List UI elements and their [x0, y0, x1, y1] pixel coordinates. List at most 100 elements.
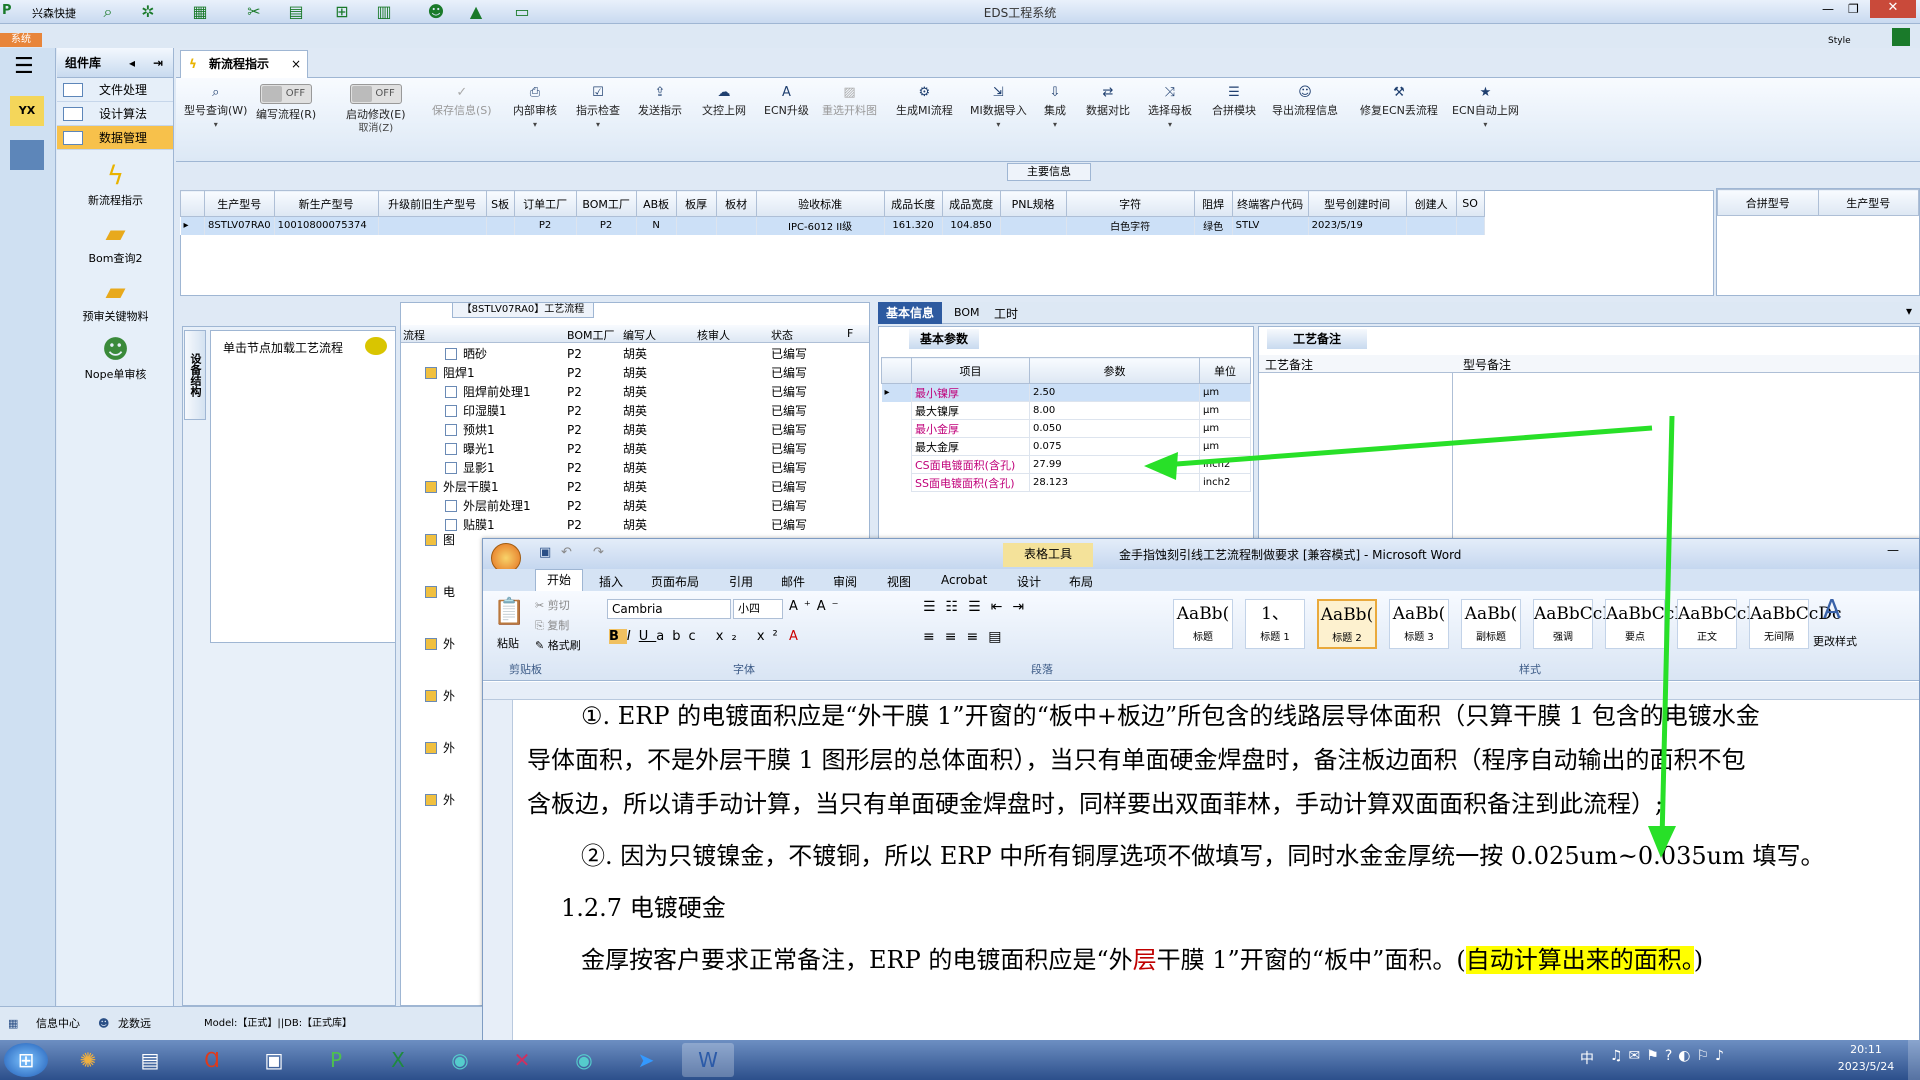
data-compare-button[interactable]: ⇄ 数据对比	[1086, 84, 1130, 118]
copy-button[interactable]: ⎘ 复制	[535, 617, 569, 633]
tab-work-hours[interactable]: 工时	[994, 305, 1018, 322]
yx-logo-icon[interactable]: YX	[10, 96, 44, 126]
system-tab[interactable]: 系统	[0, 33, 42, 47]
style-option[interactable]: AaBb(标题	[1173, 599, 1233, 649]
eds-app-icon[interactable]: P	[310, 1043, 362, 1077]
table-cell[interactable]: 最大金厚	[911, 437, 1030, 456]
toggle-switch[interactable]: OFF	[349, 84, 402, 104]
tree-icon[interactable]: ⊞	[330, 2, 354, 22]
grid-icon[interactable]: ▥	[372, 2, 396, 22]
table-cell[interactable]	[1456, 216, 1485, 235]
tree-row[interactable]: 预烘1 P2 胡英 已编写	[401, 421, 869, 440]
tab-design[interactable]: 设计	[1017, 573, 1041, 590]
info-center-label[interactable]: 信息中心	[36, 1007, 80, 1041]
tab-references[interactable]: 引用	[729, 573, 753, 590]
repair-ecn-button[interactable]: ⚒ 修复ECN丢流程	[1360, 84, 1438, 118]
table-cell[interactable]: STLV	[1232, 216, 1309, 235]
redo-icon[interactable]: ↷	[593, 545, 604, 560]
nope-review-item[interactable]: ☻ Nope单审核	[57, 334, 174, 382]
table-cell[interactable]: 白色字符	[1066, 216, 1195, 235]
column-header[interactable]: AB板	[635, 190, 677, 217]
tab-device-structure[interactable]: 设备结构	[184, 330, 206, 420]
style-option[interactable]: AaBbCcDc 正文	[1677, 599, 1769, 649]
style-option[interactable]: AaBbCcD 要点	[1605, 599, 1688, 649]
table-cell[interactable]	[1406, 216, 1457, 235]
column-header[interactable]: 验收标准	[755, 190, 885, 217]
column-header[interactable]: 板材	[715, 190, 757, 217]
tab-new-flow[interactable]: ϟ 新流程指示 ×	[180, 50, 308, 78]
tab-review[interactable]: 审阅	[833, 573, 857, 590]
tree-row[interactable]: 曝光1 P2 胡英 已编写	[401, 440, 869, 459]
column-header[interactable]: 板厚	[675, 190, 717, 217]
change-styles-icon[interactable]: A	[1823, 595, 1841, 625]
tab-insert[interactable]: 插入	[599, 573, 623, 590]
column-header[interactable]: 阻焊	[1193, 190, 1233, 217]
tree-row[interactable]: 印湿膜1 P2 胡英 已编写	[401, 402, 869, 421]
table-cell[interactable]: 8STLV07RA0	[204, 216, 275, 235]
font-format-buttons[interactable]: BIUabc x₂ x²	[609, 629, 786, 644]
gear-icon[interactable]: ✲	[136, 2, 160, 22]
style-option[interactable]: AaBb(标题 3	[1389, 599, 1449, 649]
word-taskbar-icon[interactable]: W	[682, 1043, 734, 1077]
table-cell[interactable]	[676, 216, 717, 235]
font-size-select[interactable]: 小四	[733, 599, 783, 619]
table-row[interactable]: 最大金厚 0.075 μm	[881, 437, 1251, 456]
column-header[interactable]: BOM工厂	[567, 327, 615, 343]
table-cell[interactable]: 8.00	[1029, 401, 1200, 420]
select-mother-board-button[interactable]: ⤨ 选择母板 ▾	[1148, 84, 1192, 132]
ecn-upgrade-button[interactable]: A ECN升级	[764, 84, 809, 118]
ecn-auto-upload-button[interactable]: ★ ECN自动上网 ▾	[1452, 84, 1519, 132]
calc-icon[interactable]	[10, 140, 44, 170]
pin-icon[interactable]: ⇥	[153, 48, 163, 78]
tree-row[interactable]: 阻焊1 P2 胡英 已编写	[401, 364, 869, 383]
table-cell[interactable]: inch2	[1199, 473, 1251, 492]
table-cell[interactable]: 0.075	[1029, 437, 1200, 456]
export-flow-button[interactable]: ☺ 导出流程信息	[1272, 84, 1338, 118]
style-option[interactable]: 1、 标题 1	[1245, 599, 1305, 649]
column-header[interactable]: 状态	[771, 327, 793, 343]
column-header[interactable]: 生产型号	[204, 190, 275, 217]
mi-import-button[interactable]: ⇲ MI数据导入 ▾	[970, 84, 1027, 132]
column-header[interactable]: PNL规格	[999, 190, 1067, 217]
style-option[interactable]: AaBb(标题 2	[1317, 599, 1377, 649]
nav-item-data[interactable]: 数据管理	[57, 126, 173, 150]
table-cell[interactable]: N	[636, 216, 677, 235]
table-cell[interactable]: 10010800075374	[274, 216, 379, 235]
tab-bom[interactable]: BOM	[954, 306, 980, 319]
table-cell[interactable]: 绿色	[1194, 216, 1233, 235]
style-label[interactable]: Style	[1828, 36, 1851, 46]
format-painter-button[interactable]: ✎ 格式刷	[535, 637, 581, 653]
shell-icon[interactable]: ✺	[62, 1043, 114, 1077]
check-instruction-button[interactable]: ☑ 指示检查 ▾	[576, 84, 620, 132]
doc-control-button[interactable]: ☁ 文控上网	[702, 84, 746, 118]
window-icon[interactable]: ▭	[510, 2, 534, 22]
font-size-buttons[interactable]: A⁺A⁻	[789, 599, 845, 614]
process-remark-field[interactable]	[1259, 373, 1453, 541]
tree-row[interactable]: 阻焊前处理1 P2 胡英 已编写	[401, 383, 869, 402]
theme-icon[interactable]	[1892, 28, 1910, 46]
table-icon[interactable]: ▦	[188, 2, 212, 22]
table-cell[interactable]: CS面电镀面积(含孔)	[911, 455, 1030, 474]
cut-button[interactable]: ✂ 剪切	[535, 597, 570, 613]
tree-row[interactable]: 显影1 P2 胡英 已编写	[401, 459, 869, 478]
table-cell[interactable]: 最小镍厚	[911, 383, 1030, 402]
paste-icon[interactable]: 📋	[493, 597, 525, 627]
tree-row[interactable]: 外层干膜1 P2 胡英 已编写	[401, 478, 869, 497]
nav-item-algorithm[interactable]: 设计算法	[57, 102, 173, 126]
table-cell[interactable]	[716, 216, 757, 235]
table-cell[interactable]	[378, 216, 487, 235]
column-header[interactable]: 参数	[1029, 357, 1200, 384]
show-desktop-button[interactable]	[1908, 1040, 1920, 1080]
column-header[interactable]: S板	[485, 190, 515, 217]
font-color-icon[interactable]: A	[789, 629, 798, 644]
close-button[interactable]: ✕	[1870, 0, 1916, 18]
column-header[interactable]: 升级前旧生产型号	[377, 190, 487, 217]
save-info-button[interactable]: ✓ 保存信息(S)	[432, 84, 492, 118]
table-cell[interactable]: P2	[514, 216, 577, 235]
chevron-down-icon[interactable]: ▾	[1906, 304, 1912, 318]
column-header[interactable]: 项目	[911, 357, 1030, 384]
column-header[interactable]: F	[847, 327, 853, 340]
tree-row[interactable]: 外层前处理1 P2 胡英 已编写	[401, 497, 869, 516]
acrobat-icon[interactable]: Ɑ	[186, 1043, 238, 1077]
font-name-select[interactable]: Cambria	[607, 599, 731, 619]
